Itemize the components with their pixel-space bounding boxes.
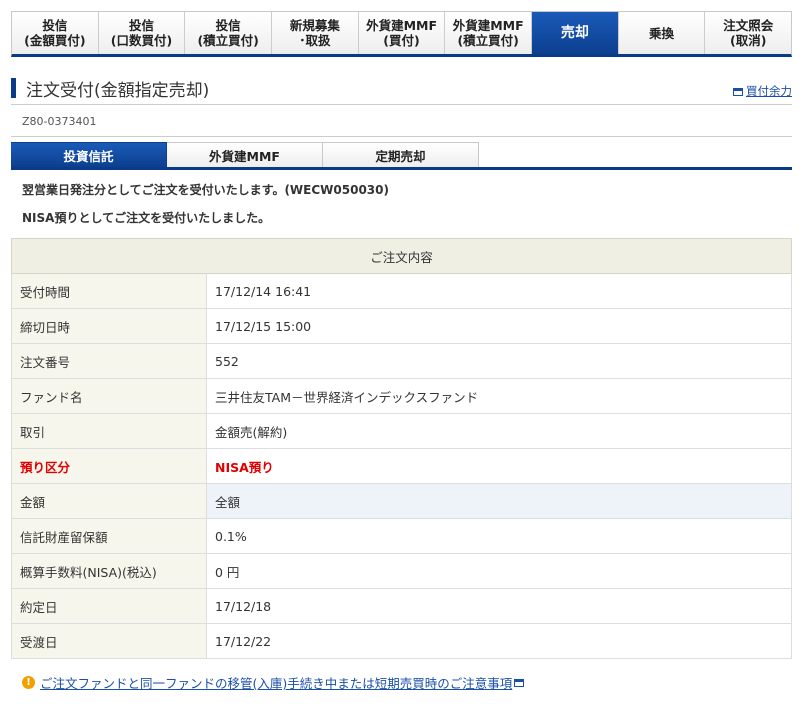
row-value: NISA預り (206, 448, 792, 484)
table-row: 取引 金額売(解約) (11, 413, 792, 449)
tab-sell[interactable]: 売却 (532, 12, 619, 54)
buying-power-label: 買付余力 (746, 84, 792, 98)
row-label: 金額 (11, 483, 207, 519)
row-value: 全額 (206, 483, 792, 519)
row-label: 注文番号 (11, 343, 207, 379)
nisa-message: NISA預りとしてご注文を受付いたしました。 (22, 211, 271, 225)
row-value: 0.1% (206, 518, 792, 554)
row-label: 受渡日 (11, 623, 207, 659)
new-window-icon (733, 88, 743, 96)
tab-order-inquiry[interactable]: 注文照会 (取消) (705, 12, 791, 54)
tab-fund-recurring-buy[interactable]: 投信 (積立買付) (185, 12, 273, 54)
table-row: 預り区分 NISA預り (11, 448, 792, 484)
table-header: ご注文内容 (11, 238, 792, 274)
top-navigation: 投信 (金額買付) 投信 (口数買付) 投信 (積立買付) 新規募集 ･取扱 外… (11, 11, 792, 57)
tab-foreign-mmf-buy[interactable]: 外貨建MMF (買付) (359, 12, 446, 54)
divider (11, 136, 792, 137)
row-label: 信託財産留保額 (11, 518, 207, 554)
new-window-icon (514, 678, 525, 687)
title-marker (11, 78, 16, 98)
subtab-regular-sell[interactable]: 定期売却 (323, 142, 479, 167)
tab-fund-amount-buy[interactable]: 投信 (金額買付) (12, 12, 99, 54)
buying-power-link[interactable]: 買付余力 (733, 83, 792, 99)
table-row: 信託財産留保額 0.1% (11, 518, 792, 554)
row-label: 受付時間 (11, 273, 207, 309)
row-label: ファンド名 (11, 378, 207, 414)
row-label: 締切日時 (11, 308, 207, 344)
row-value: 0 円 (206, 553, 792, 589)
warning-icon: ! (22, 676, 35, 689)
page-title: 注文受付(金額指定売却) (26, 81, 210, 101)
caution-notice: ! ご注文ファンドと同一ファンドの移管(入庫)手続き中または短期売買時のご注意事… (22, 673, 525, 692)
tab-new-offering[interactable]: 新規募集 ･取扱 (272, 12, 359, 54)
row-label: 取引 (11, 413, 207, 449)
row-value: 金額売(解約) (206, 413, 792, 449)
row-value: 17/12/18 (206, 588, 792, 624)
order-accepted-message: 翌営業日発注分としてご注文を受付いたします。(WECW050030) (22, 183, 389, 197)
tab-switch[interactable]: 乗換 (619, 12, 706, 54)
tab-foreign-mmf-recurring[interactable]: 外貨建MMF (積立買付) (445, 12, 533, 54)
screen-id: Z80-0373401 (22, 115, 97, 128)
divider (11, 104, 792, 105)
table-row: 金額 全額 (11, 483, 792, 519)
tab-fund-units-buy[interactable]: 投信 (口数買付) (99, 12, 186, 54)
subtab-foreign-mmf[interactable]: 外貨建MMF (167, 142, 323, 167)
row-value: 17/12/15 15:00 (206, 308, 792, 344)
table-row: 受付時間 17/12/14 16:41 (11, 273, 792, 309)
table-row: 締切日時 17/12/15 15:00 (11, 308, 792, 344)
row-value: 三井住友TAM－世界経済インデックスファンド (206, 378, 792, 414)
table-row: 受渡日 17/12/22 (11, 623, 792, 659)
product-subtabs: 投資信託 外貨建MMF 定期売却 (11, 142, 792, 170)
caution-link[interactable]: ご注文ファンドと同一ファンドの移管(入庫)手続き中または短期売買時のご注意事項 (40, 673, 512, 692)
table-row: ファンド名 三井住友TAM－世界経済インデックスファンド (11, 378, 792, 414)
row-value: 552 (206, 343, 792, 379)
order-details-table: ご注文内容 受付時間 17/12/14 16:41 締切日時 17/12/15 15… (11, 238, 792, 659)
row-value: 17/12/22 (206, 623, 792, 659)
row-label: 預り区分 (11, 448, 207, 484)
table-row: 概算手数料(NISA)(税込) 0 円 (11, 553, 792, 589)
row-label: 約定日 (11, 588, 207, 624)
table-row: 注文番号 552 (11, 343, 792, 379)
table-row: 約定日 17/12/18 (11, 588, 792, 624)
subtab-investment-trust[interactable]: 投資信託 (11, 142, 167, 167)
page-header: 注文受付(金額指定売却) 買付余力 (11, 74, 792, 101)
row-value: 17/12/14 16:41 (206, 273, 792, 309)
row-label: 概算手数料(NISA)(税込) (11, 553, 207, 589)
